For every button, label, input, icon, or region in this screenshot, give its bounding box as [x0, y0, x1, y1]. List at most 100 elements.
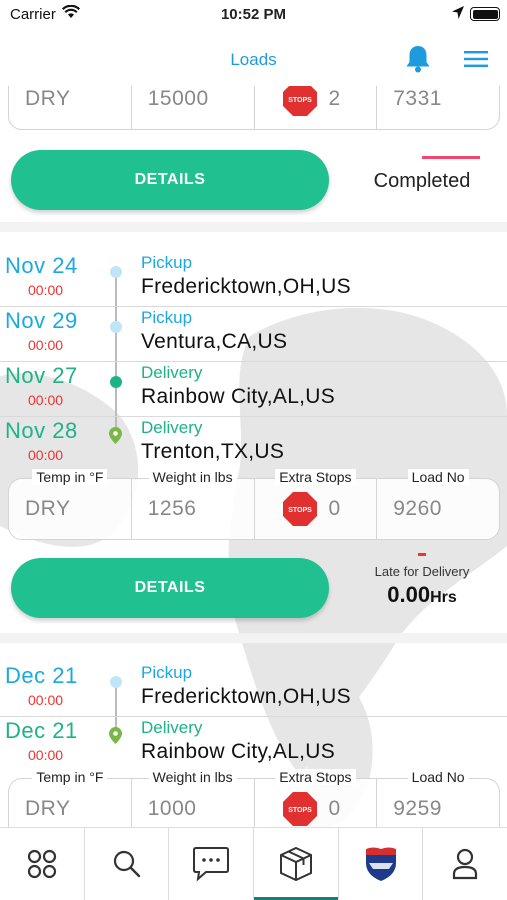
temp-cell: Temp in °F DRY [9, 469, 132, 539]
temp-value: DRY [25, 87, 71, 110]
temp-cell: Temp in °F DRY [9, 769, 132, 827]
stop-row[interactable]: Nov 29 00:00 Pickup Ventura,CA,US [0, 307, 507, 362]
weight-label: Weight in lbs [148, 469, 237, 485]
search-icon [113, 850, 140, 878]
details-button[interactable]: DETAILS [11, 558, 329, 618]
status-label: Completed [373, 170, 471, 192]
stop-location: Fredericktown,OH,US [141, 685, 351, 708]
stop-location: Rainbow City,AL,US [141, 385, 336, 408]
late-value: 0.00 [387, 582, 431, 607]
nav-bar: Loads [0, 30, 507, 86]
tab-profile[interactable] [423, 828, 507, 900]
late-unit: Hrs [430, 589, 457, 606]
stop-time: 00:00 [28, 692, 64, 708]
card-separator [0, 222, 507, 232]
late-for-delivery: Late for Delivery 0.00Hrs [340, 553, 504, 608]
stop-location: Rainbow City,AL,US [141, 740, 336, 763]
stops-cell: Extra Stops STOPS 0 [255, 769, 378, 827]
svg-text:STOPS: STOPS [288, 807, 312, 814]
stop-row[interactable]: Nov 24 00:00 Pickup Fredericktown,OH,US [0, 252, 507, 307]
weight-cell: 15000 [132, 86, 255, 129]
status-time: 10:52 PM [220, 6, 287, 23]
temp-cell: DRY [9, 86, 132, 129]
stop-time: 00:00 [28, 392, 64, 408]
map-pin-icon [109, 427, 122, 444]
load-no-label: Load No [407, 469, 469, 485]
stop-type: Delivery [141, 718, 203, 737]
card-info-row: Temp in °F DRY Weight in lbs 1000 Extra … [8, 769, 500, 827]
stop-row[interactable]: Dec 21 00:00 Delivery Rainbow City,AL,US [0, 717, 507, 772]
extra-stops-label: Extra Stops [275, 769, 356, 785]
bell-icon[interactable] [404, 44, 432, 74]
stop-date: Nov 28 [5, 418, 78, 443]
stop-date: Dec 21 [5, 718, 78, 743]
chat-icon [193, 847, 230, 882]
tab-messages[interactable] [169, 828, 255, 900]
stop-date: Dec 21 [5, 663, 78, 688]
map-pin-icon [109, 727, 122, 744]
load-no-label: Load No [407, 769, 469, 785]
stop-row[interactable]: Dec 21 00:00 Pickup Fredericktown,OH,US [0, 662, 507, 717]
delivery-dot-icon [110, 376, 122, 388]
weight-value: 1256 [147, 497, 197, 520]
weight-value: 1000 [147, 797, 197, 820]
stop-type: Pickup [141, 253, 193, 272]
stop-time: 00:00 [28, 282, 64, 298]
hamburger-menu-icon[interactable] [464, 50, 488, 68]
pickup-dot-icon [110, 676, 122, 688]
pickup-dot-icon [110, 321, 122, 333]
stop-date: Nov 24 [5, 253, 78, 278]
stop-row[interactable]: Nov 27 00:00 Delivery Rainbow City,AL,US [0, 362, 507, 417]
stop-time: 00:00 [28, 447, 64, 463]
load-value: 7331 [393, 87, 442, 110]
tab-search[interactable] [85, 828, 170, 900]
svg-text:STOPS: STOPS [288, 97, 312, 104]
late-label: Late for Delivery [374, 564, 470, 579]
temp-label: Temp in °F [32, 469, 108, 485]
tab-loads[interactable] [254, 828, 339, 900]
temp-label: Temp in °F [32, 769, 108, 785]
pickup-dot-icon [110, 266, 122, 278]
late-value-text: 0.00Hrs [340, 582, 504, 608]
stop-sign-icon: STOPS [282, 792, 317, 826]
interstate-shield-icon [365, 847, 396, 881]
location-arrow-icon [452, 6, 464, 19]
card-separator [0, 633, 507, 643]
svg-text:STOPS: STOPS [288, 507, 312, 514]
load-value: 9260 [393, 497, 442, 520]
weight-cell: Weight in lbs 1256 [132, 469, 255, 539]
stops-value: 0 [328, 797, 341, 820]
stop-date: Nov 27 [5, 363, 78, 388]
weight-cell: Weight in lbs 1000 [132, 769, 255, 827]
stop-sign-icon: STOPS [282, 492, 317, 526]
top-card-info-row: DRY 15000 STOPS 2 7331 [8, 86, 500, 130]
temp-value: DRY [25, 497, 71, 520]
stop-type: Pickup [141, 308, 193, 327]
tab-interstate[interactable] [339, 828, 424, 900]
loads-list[interactable]: DRY 15000 STOPS 2 7331 DETAILS Completed… [0, 86, 507, 827]
stop-sign-icon: STOPS [282, 86, 317, 116]
stop-location: Fredericktown,OH,US [141, 275, 351, 298]
stops-value: 2 [328, 87, 341, 110]
tab-bar [0, 827, 507, 900]
grid-icon [27, 849, 56, 879]
stop-type: Delivery [141, 363, 203, 382]
load-cell: 7331 [377, 86, 499, 129]
stops-cell: STOPS 2 [255, 86, 378, 129]
stop-time: 00:00 [28, 747, 64, 763]
stop-row[interactable]: Nov 28 00:00 Delivery Trenton,TX,US [0, 417, 507, 472]
package-icon [279, 846, 312, 882]
load-cell: Load No 9260 [377, 469, 499, 539]
tab-dashboard[interactable] [0, 828, 85, 900]
stop-location: Trenton,TX,US [141, 440, 285, 463]
weight-label: Weight in lbs [148, 769, 237, 785]
stops-cell: Extra Stops STOPS 0 [255, 469, 378, 539]
weight-value: 15000 [147, 87, 209, 110]
status-bar: Carrier 10:52 PM [0, 0, 507, 30]
stop-type: Delivery [141, 418, 203, 437]
stop-time: 00:00 [28, 337, 64, 353]
stop-type: Pickup [141, 663, 193, 682]
load-cell: Load No 9259 [377, 769, 499, 827]
details-button[interactable]: DETAILS [11, 150, 329, 210]
card-info-row: Temp in °F DRY Weight in lbs 1256 Extra … [8, 469, 500, 540]
